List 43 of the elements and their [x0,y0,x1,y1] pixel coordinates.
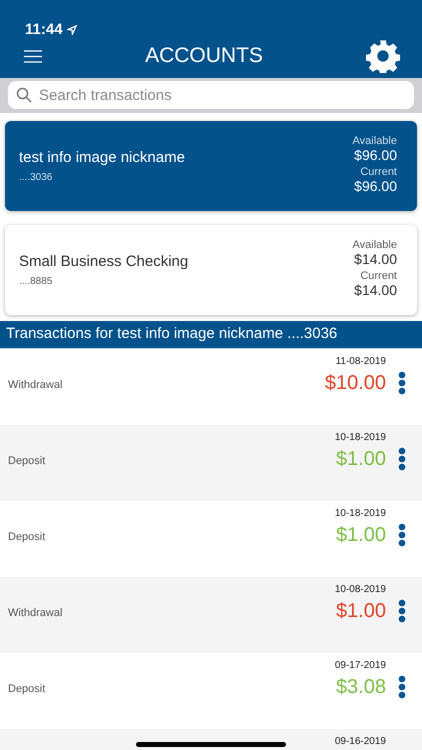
menu-icon[interactable] [24,50,42,62]
transaction-type: Deposit [8,531,46,543]
transaction-date: 10-08-2019 [334,584,386,595]
account-card[interactable]: Small Business Checking ....8885 Available $14.00 Current $14.00 [5,225,417,315]
transaction-amount: $1.00 [336,448,386,471]
status-time: 11:44 [25,21,63,38]
account-name: test info image nickname [19,149,185,166]
more-options-icon[interactable] [398,599,406,623]
more-options-icon[interactable] [398,523,406,547]
available-label: Available [352,239,397,251]
account-card[interactable]: test info image nickname ....3036 Available $96.00 Current $96.00 [5,121,417,211]
transaction-date: 09-16-2019 [334,736,386,747]
transaction-date: 09-17-2019 [334,660,386,671]
current-balance: $96.00 [354,178,397,194]
transaction-type: Deposit [8,455,46,467]
settings-icon[interactable] [366,39,400,73]
more-options-icon[interactable] [398,371,406,395]
transaction-date: 10-18-2019 [334,432,386,443]
available-label: Available [352,135,397,147]
account-name: Small Business Checking [19,253,188,270]
transaction-type: Withdrawal [8,379,64,391]
search-field[interactable]: Search transactions [8,81,414,109]
available-balance: $96.00 [354,147,397,163]
transaction-date: 10-18-2019 [334,508,386,519]
transaction-type: Deposit [8,683,46,695]
more-options-icon[interactable] [398,447,406,471]
transaction-type: Withdrawal [8,607,64,619]
current-label: Current [360,166,397,178]
current-label: Current [360,270,397,282]
transaction-date: 11-08-2019 [336,356,386,367]
transaction-amount: $1.00 [336,600,386,623]
search-icon [16,87,32,103]
transaction-amount: $1.00 [336,524,386,547]
transactions-heading: Transactions for test info image nickname ....3036 [0,321,422,349]
current-balance: $14.00 [354,282,397,298]
transaction-amount: $10.00 [324,372,386,395]
more-options-icon[interactable] [398,675,406,699]
account-number: ....3036 [19,172,54,183]
location-arrow-icon [66,25,77,35]
page-title: ACCOUNTS [145,44,263,68]
available-balance: $14.00 [354,251,397,267]
transaction-amount: $3.08 [336,676,386,699]
account-number: ....8885 [19,276,54,287]
